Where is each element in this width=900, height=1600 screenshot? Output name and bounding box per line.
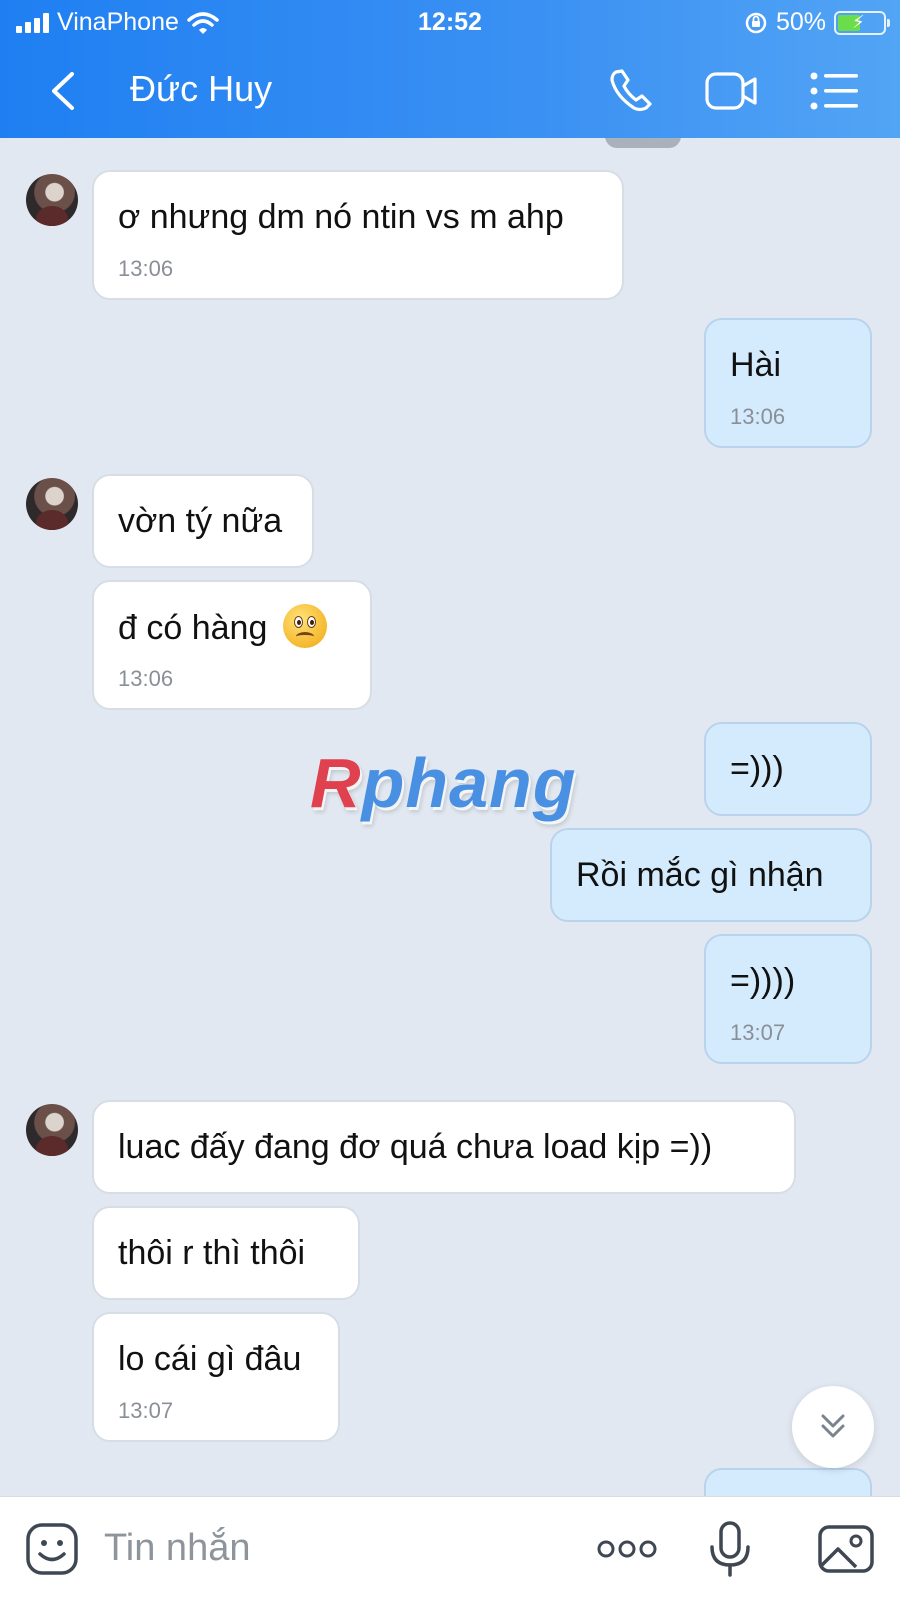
message-text: Hài: [730, 346, 782, 384]
watermark-part-2: phang: [361, 744, 577, 822]
contact-name[interactable]: Đức Huy: [130, 68, 272, 110]
message-text: ơ nhưng dm nó ntin vs m ahp: [118, 198, 564, 236]
nav-bar: Đức Huy: [0, 52, 900, 132]
message-bubble[interactable]: ơ nhưng dm nó ntin vs m ahp 13:06: [92, 170, 624, 300]
message-text-content: đ có hàng: [118, 608, 268, 647]
message-bubble[interactable]: thôi r thì thôi: [92, 1206, 360, 1300]
double-chevron-down-icon: [821, 1414, 845, 1438]
microphone-icon[interactable]: [700, 1519, 760, 1579]
message-text: đ có hàng: [118, 604, 327, 652]
message-time: 13:06: [118, 256, 174, 281]
message-bubble[interactable]: lo cái gì đâu 13:07: [92, 1312, 340, 1442]
message-bubble[interactable]: Rồi mắc gì nhận: [550, 828, 872, 922]
message-bubble[interactable]: luac đấy đang đơ quá chưa load kịp =)): [92, 1100, 796, 1194]
message-time: 13:06: [730, 404, 786, 429]
message-text: vờn tý nữa: [118, 502, 283, 540]
status-right: 50% ⚡: [744, 8, 890, 37]
message-bubble[interactable]: =))): [704, 722, 872, 816]
message-text: lo cái gì đâu: [118, 1340, 302, 1378]
phone-icon[interactable]: [606, 66, 660, 116]
message-text: =))): [730, 750, 784, 788]
composer-bar: Tin nhắn: [0, 1496, 900, 1600]
avatar[interactable]: [26, 478, 78, 530]
message-time: 13:07: [118, 1398, 174, 1423]
watermark-part-1: R: [310, 744, 362, 822]
chevron-left-icon[interactable]: [40, 66, 90, 116]
battery-icon: ⚡: [834, 10, 890, 35]
video-camera-icon[interactable]: [704, 66, 758, 116]
watermark-logo: Rphang: [310, 743, 577, 823]
avatar[interactable]: [26, 1104, 78, 1156]
sticker-icon[interactable]: [22, 1519, 82, 1579]
rotation-lock-icon: [745, 12, 767, 33]
chat-header: VinaPhone 12:52 50% ⚡ Đức Huy: [0, 0, 900, 138]
message-bubble[interactable]: đ có hàng 13:06: [92, 580, 372, 710]
message-text: thôi r thì thôi: [118, 1234, 306, 1272]
sad-face-emoji-icon: [282, 604, 327, 648]
list-menu-icon[interactable]: [808, 66, 862, 116]
message-text: Rồi mắc gì nhận: [576, 856, 824, 894]
message-list[interactable]: ơ nhưng dm nó ntin vs m ahp 13:06 Hài 13…: [0, 138, 900, 1496]
status-bar: VinaPhone 12:52 50% ⚡: [0, 0, 900, 46]
message-time: 13:06: [118, 666, 174, 691]
message-bubble[interactable]: =)))) 13:07: [704, 934, 872, 1064]
time-divider: [605, 138, 681, 148]
message-bubble[interactable]: Hài 13:06: [704, 318, 872, 448]
message-text: =)))): [730, 962, 796, 1000]
avatar[interactable]: [26, 174, 78, 226]
message-bubble-partial[interactable]: [704, 1468, 872, 1496]
scroll-to-bottom-button[interactable]: [792, 1386, 874, 1468]
image-icon[interactable]: [816, 1519, 876, 1579]
message-bubble[interactable]: vờn tý nữa: [92, 474, 314, 568]
message-time: 13:07: [730, 1020, 786, 1045]
message-text: luac đấy đang đơ quá chưa load kịp =)): [118, 1128, 713, 1166]
battery-percent: 50%: [775, 8, 826, 36]
message-input[interactable]: Tin nhắn: [104, 1527, 250, 1570]
more-dots-icon[interactable]: [596, 1519, 658, 1579]
